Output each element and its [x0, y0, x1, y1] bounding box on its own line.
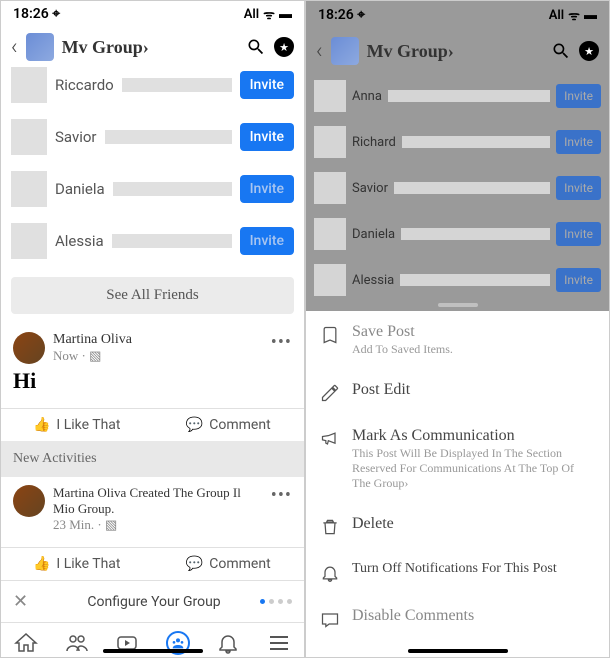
home-tab-icon[interactable]: [14, 631, 38, 655]
megaphone-icon: [320, 429, 340, 449]
disable-comments-button[interactable]: Disable Comments: [306, 595, 609, 641]
group-avatar-icon[interactable]: [26, 33, 54, 61]
invite-button[interactable]: Invite: [240, 71, 294, 99]
config-banner: ✕ Configure Your Group: [1, 580, 304, 622]
new-activities-header: New Activities: [1, 441, 304, 477]
search-icon[interactable]: [551, 41, 571, 61]
friend-row: AnnaInvite: [314, 73, 601, 119]
friend-name[interactable]: Alessia: [55, 232, 104, 250]
back-icon[interactable]: ‹: [316, 39, 323, 64]
redacted-bar: [113, 182, 232, 196]
header: ‹ Mv Group› ★: [306, 29, 609, 73]
thumbs-up-icon: 👍: [33, 556, 50, 572]
post-body: Hi: [13, 368, 292, 394]
friend-row: DanielaInvite: [314, 211, 601, 257]
friend-name[interactable]: Riccardo: [55, 76, 114, 94]
thumbs-up-icon: 👍: [33, 417, 50, 433]
page-title[interactable]: Mv Group›: [62, 37, 238, 58]
avatar[interactable]: [314, 264, 346, 296]
status-bar: 18:26 ⌖ All ᯤ ▬: [306, 1, 609, 29]
comment-icon: 💬: [186, 556, 203, 572]
redacted-bar: [122, 78, 232, 92]
friend-list: AnnaInvite RichardInvite SaviorInvite Da…: [306, 73, 609, 303]
invite-button[interactable]: Invite: [556, 222, 601, 246]
home-indicator[interactable]: [103, 649, 203, 653]
avatar[interactable]: [11, 223, 47, 259]
tab-bar: [1, 622, 304, 663]
post-time: Now · ▧: [53, 348, 263, 364]
friend-row: Alessia Invite: [11, 215, 294, 267]
search-icon[interactable]: [246, 37, 266, 57]
friend-name[interactable]: Daniela: [55, 180, 105, 198]
post-menu-icon[interactable]: •••: [271, 332, 292, 353]
shield-icon[interactable]: ★: [579, 41, 599, 61]
like-button[interactable]: 👍I Like That: [1, 409, 153, 441]
friend-name[interactable]: Savior: [55, 128, 97, 146]
post-author[interactable]: Martina Oliva Created The Group Il Mio G…: [53, 485, 263, 517]
see-all-friends-button[interactable]: See All Friends: [11, 277, 294, 314]
avatar[interactable]: [13, 332, 45, 364]
close-icon[interactable]: ✕: [13, 591, 28, 612]
comment-button[interactable]: 💬Comment: [153, 409, 305, 441]
post-time: 23 Min. · ▧: [53, 517, 263, 533]
comment-icon: 💬: [186, 417, 203, 433]
avatar[interactable]: [11, 171, 47, 207]
friend-row: RichardInvite: [314, 119, 601, 165]
action-sheet: Save PostAdd To Saved Items. Post Edit M…: [306, 311, 609, 657]
avatar[interactable]: [11, 67, 47, 103]
bookmark-icon: [320, 325, 340, 345]
redacted-bar: [112, 234, 232, 248]
friend-row: Riccardo Invite: [11, 67, 294, 111]
home-indicator[interactable]: [408, 649, 508, 653]
post-menu-icon[interactable]: •••: [271, 485, 292, 506]
redacted-bar: [105, 130, 232, 144]
invite-button[interactable]: Invite: [240, 175, 294, 203]
group-avatar-icon[interactable]: [331, 37, 359, 65]
page-dots: [260, 599, 292, 604]
config-label[interactable]: Configure Your Group: [48, 594, 260, 610]
save-post-button[interactable]: Save PostAdd To Saved Items.: [306, 311, 609, 369]
post: Martina Oliva Created The Group Il Mio G…: [1, 477, 304, 541]
bell-icon: [320, 563, 340, 583]
avatar[interactable]: [314, 80, 346, 112]
invite-button[interactable]: Invite: [240, 227, 294, 255]
avatar[interactable]: [314, 172, 346, 204]
pencil-icon: [320, 383, 340, 403]
turn-off-notifications-button[interactable]: Turn Off Notifications For This Post: [306, 549, 609, 595]
menu-tab-icon[interactable]: [267, 631, 291, 655]
avatar[interactable]: [314, 126, 346, 158]
invite-button[interactable]: Invite: [556, 130, 601, 154]
comment-button[interactable]: 💬Comment: [153, 548, 305, 580]
mark-communication-button[interactable]: Mark As CommunicationThis Post Will Be D…: [306, 415, 609, 503]
trash-icon: [320, 517, 340, 537]
edit-post-button[interactable]: Post Edit: [306, 369, 609, 415]
shield-icon[interactable]: ★: [274, 37, 294, 57]
friends-tab-icon[interactable]: [65, 631, 89, 655]
comment-icon: [320, 609, 340, 629]
delete-button[interactable]: Delete: [306, 503, 609, 549]
back-icon[interactable]: ‹: [11, 35, 18, 60]
like-button[interactable]: 👍I Like That: [1, 548, 153, 580]
header: ‹ Mv Group› ★: [1, 27, 304, 67]
status-bar: 18:26 ⌖ All ᯤ ▬: [1, 1, 304, 27]
avatar[interactable]: [314, 218, 346, 250]
friend-row: SaviorInvite: [314, 165, 601, 211]
friend-row: Daniela Invite: [11, 163, 294, 215]
sheet-handle[interactable]: [438, 303, 478, 307]
avatar[interactable]: [11, 119, 47, 155]
notifications-tab-icon[interactable]: [216, 631, 240, 655]
friend-row: Savior Invite: [11, 111, 294, 163]
friend-list: Riccardo Invite Savior Invite Daniela In…: [1, 67, 304, 267]
invite-button[interactable]: Invite: [556, 84, 601, 108]
invite-button[interactable]: Invite: [556, 176, 601, 200]
avatar[interactable]: [13, 485, 45, 517]
post: Martina Oliva Now · ▧ ••• Hi: [1, 324, 304, 402]
invite-button[interactable]: Invite: [240, 123, 294, 151]
post-author[interactable]: Martina Oliva: [53, 332, 263, 348]
page-title[interactable]: Mv Group›: [367, 41, 543, 62]
friend-row: AlessiaInvite: [314, 257, 601, 303]
invite-button[interactable]: Invite: [556, 268, 601, 292]
